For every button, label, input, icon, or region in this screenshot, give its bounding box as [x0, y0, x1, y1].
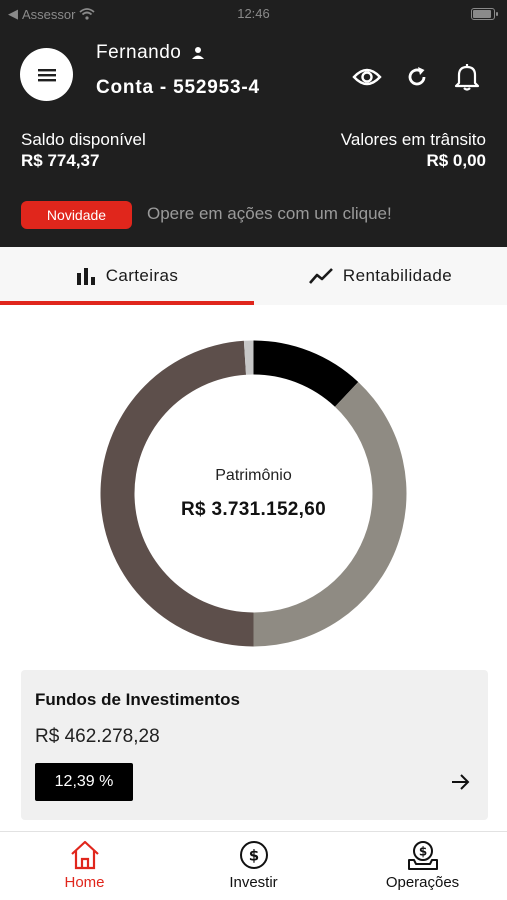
user-icon — [192, 47, 205, 59]
bottom-nav: Home $ Investir $ Operações — [0, 831, 507, 900]
saldo-value: R$ 774,37 — [21, 151, 100, 170]
fund-card-percent: 12,39 % — [35, 763, 133, 801]
account-number: Conta - 552953-4 — [96, 77, 260, 98]
nav-home-label: Home — [64, 874, 105, 891]
user-name-row: Fernando — [96, 42, 205, 64]
active-tab-indicator — [0, 301, 254, 305]
trend-line-icon — [308, 268, 333, 284]
home-icon — [70, 840, 99, 870]
transit-value: R$ 0,00 — [426, 151, 486, 170]
donut-center: Patrimônio R$ 3.731.152,60 — [100, 460, 407, 521]
donut-segment[interactable] — [253, 340, 359, 407]
fund-card[interactable]: Fundos de Investimentos R$ 462.278,28 12… — [21, 670, 488, 820]
money-tray-icon: $ — [407, 841, 438, 870]
bell-icon — [454, 64, 480, 91]
dollar-circle-icon: $ — [239, 841, 268, 869]
svg-text:$: $ — [418, 845, 426, 859]
tab-carteiras[interactable]: Carteiras — [0, 247, 254, 305]
arrow-right-icon[interactable] — [448, 770, 472, 794]
fund-card-value: R$ 462.278,28 — [35, 726, 160, 747]
fund-card-title: Fundos de Investimentos — [35, 690, 240, 709]
menu-button[interactable] — [20, 48, 73, 101]
status-time: 12:46 — [237, 6, 270, 21]
tab-carteiras-label: Carteiras — [105, 266, 179, 285]
nav-operacoes-label: Operações — [385, 874, 460, 891]
transit-label: Valores em trânsito — [340, 130, 486, 149]
eye-button[interactable] — [352, 62, 382, 92]
notifications-button[interactable] — [452, 62, 482, 92]
user-name: Fernando — [96, 42, 182, 63]
portfolio-tabs: Carteiras Rentabilidade — [0, 247, 507, 305]
saldo-label: Saldo disponível — [21, 130, 146, 149]
menu-icon — [37, 68, 56, 81]
refresh-icon — [408, 67, 426, 86]
patrimonio-value: R$ 3.731.152,60 — [180, 499, 326, 520]
status-bar: ◀ Assessor 12:46 — [0, 0, 507, 28]
promo-text[interactable]: Opere em ações com um clique! — [147, 204, 392, 224]
bar-chart-icon — [76, 268, 95, 285]
nav-home[interactable]: Home — [0, 840, 169, 891]
nav-investir-label: Investir — [229, 874, 278, 891]
tab-rentabilidade-label: Rentabilidade — [342, 266, 453, 285]
tab-rentabilidade[interactable]: Rentabilidade — [254, 247, 507, 305]
app-screen: ◀ Assessor 12:46 Fernando Conta - 552953… — [0, 0, 507, 900]
account-header: Fernando Conta - 552953-4 Saldo disponív… — [0, 28, 507, 247]
svg-text:$: $ — [248, 847, 258, 865]
nav-investir[interactable]: $ Investir — [169, 840, 338, 891]
nav-operacoes[interactable]: $ Operações — [338, 840, 507, 891]
battery-icon — [471, 8, 498, 20]
eye-icon — [352, 68, 382, 86]
refresh-button[interactable] — [402, 62, 432, 92]
novidade-badge[interactable]: Novidade — [21, 201, 132, 229]
patrimonio-label: Patrimônio — [215, 467, 292, 484]
